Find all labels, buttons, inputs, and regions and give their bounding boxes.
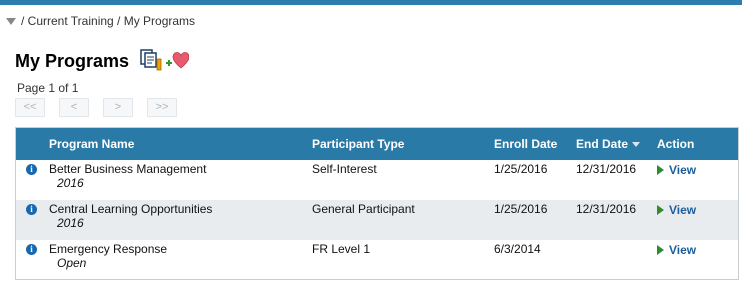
play-icon — [657, 205, 664, 215]
program-year: 2016 — [57, 216, 84, 230]
program-name: Better Business Management — [49, 162, 207, 176]
add-favorite-heart-icon[interactable] — [165, 51, 190, 69]
breadcrumb: / Current Training / My Programs — [6, 14, 195, 28]
enroll-date: 1/25/2016 — [494, 202, 548, 216]
header-participant-type[interactable]: Participant Type — [312, 128, 404, 160]
end-date: 12/31/2016 — [576, 162, 637, 176]
pager: << < > >> — [15, 98, 191, 117]
info-icon[interactable]: i — [26, 164, 37, 175]
page-count: Page 1 of 1 — [17, 81, 79, 95]
first-page-button[interactable]: << — [15, 98, 45, 117]
program-year: 2016 — [57, 176, 84, 190]
participant-type: General Participant — [312, 202, 415, 216]
table-row: i Emergency Response Open FR Level 1 6/3… — [16, 240, 738, 280]
table-row: i Central Learning Opportunities 2016 Ge… — [16, 200, 738, 240]
collapse-arrow-icon[interactable] — [6, 17, 16, 25]
header-action: Action — [657, 137, 695, 151]
programs-table: Program Name Participant Type Enroll Dat… — [15, 127, 739, 280]
end-date: 12/31/2016 — [576, 202, 637, 216]
program-name: Emergency Response — [49, 242, 168, 256]
view-label: View — [669, 163, 697, 177]
top-accent-bar — [0, 0, 742, 5]
sort-down-arrow-icon[interactable] — [632, 142, 641, 148]
table-header: Program Name Participant Type Enroll Dat… — [16, 128, 738, 160]
info-icon[interactable]: i — [26, 244, 37, 255]
header-program-name[interactable]: Program Name — [49, 128, 134, 160]
title-icons — [139, 48, 190, 72]
program-name-cell: Better Business Management 2016 — [49, 162, 206, 190]
program-name-cell: Central Learning Opportunities 2016 — [49, 202, 212, 230]
view-button[interactable]: View — [657, 243, 696, 257]
program-name: Central Learning Opportunities — [49, 202, 213, 216]
view-button[interactable]: View — [657, 163, 696, 177]
page-title: My Programs — [15, 51, 130, 71]
program-status: Open — [57, 256, 87, 270]
info-icon[interactable]: i — [26, 204, 37, 215]
play-icon — [657, 245, 664, 255]
view-button[interactable]: View — [657, 203, 696, 217]
participant-type: FR Level 1 — [312, 242, 371, 256]
header-end-date[interactable]: End Date — [576, 128, 641, 160]
view-label: View — [669, 243, 697, 257]
program-name-cell: Emergency Response Open — [49, 242, 167, 270]
breadcrumb-text: / Current Training / My Programs — [21, 14, 196, 28]
copy-documents-icon[interactable] — [139, 48, 163, 72]
play-icon — [657, 165, 664, 175]
header-end-date-label: End Date — [576, 137, 629, 151]
view-label: View — [669, 203, 697, 217]
next-page-button[interactable]: > — [103, 98, 133, 117]
enroll-date: 6/3/2014 — [494, 242, 541, 256]
title-row: My Programs — [15, 48, 190, 72]
table-row: i Better Business Management 2016 Self-I… — [16, 160, 738, 200]
previous-page-button[interactable]: < — [59, 98, 89, 117]
last-page-button[interactable]: >> — [147, 98, 177, 117]
header-enroll-date[interactable]: Enroll Date — [494, 128, 557, 160]
enroll-date: 1/25/2016 — [494, 162, 548, 176]
participant-type: Self-Interest — [312, 162, 377, 176]
